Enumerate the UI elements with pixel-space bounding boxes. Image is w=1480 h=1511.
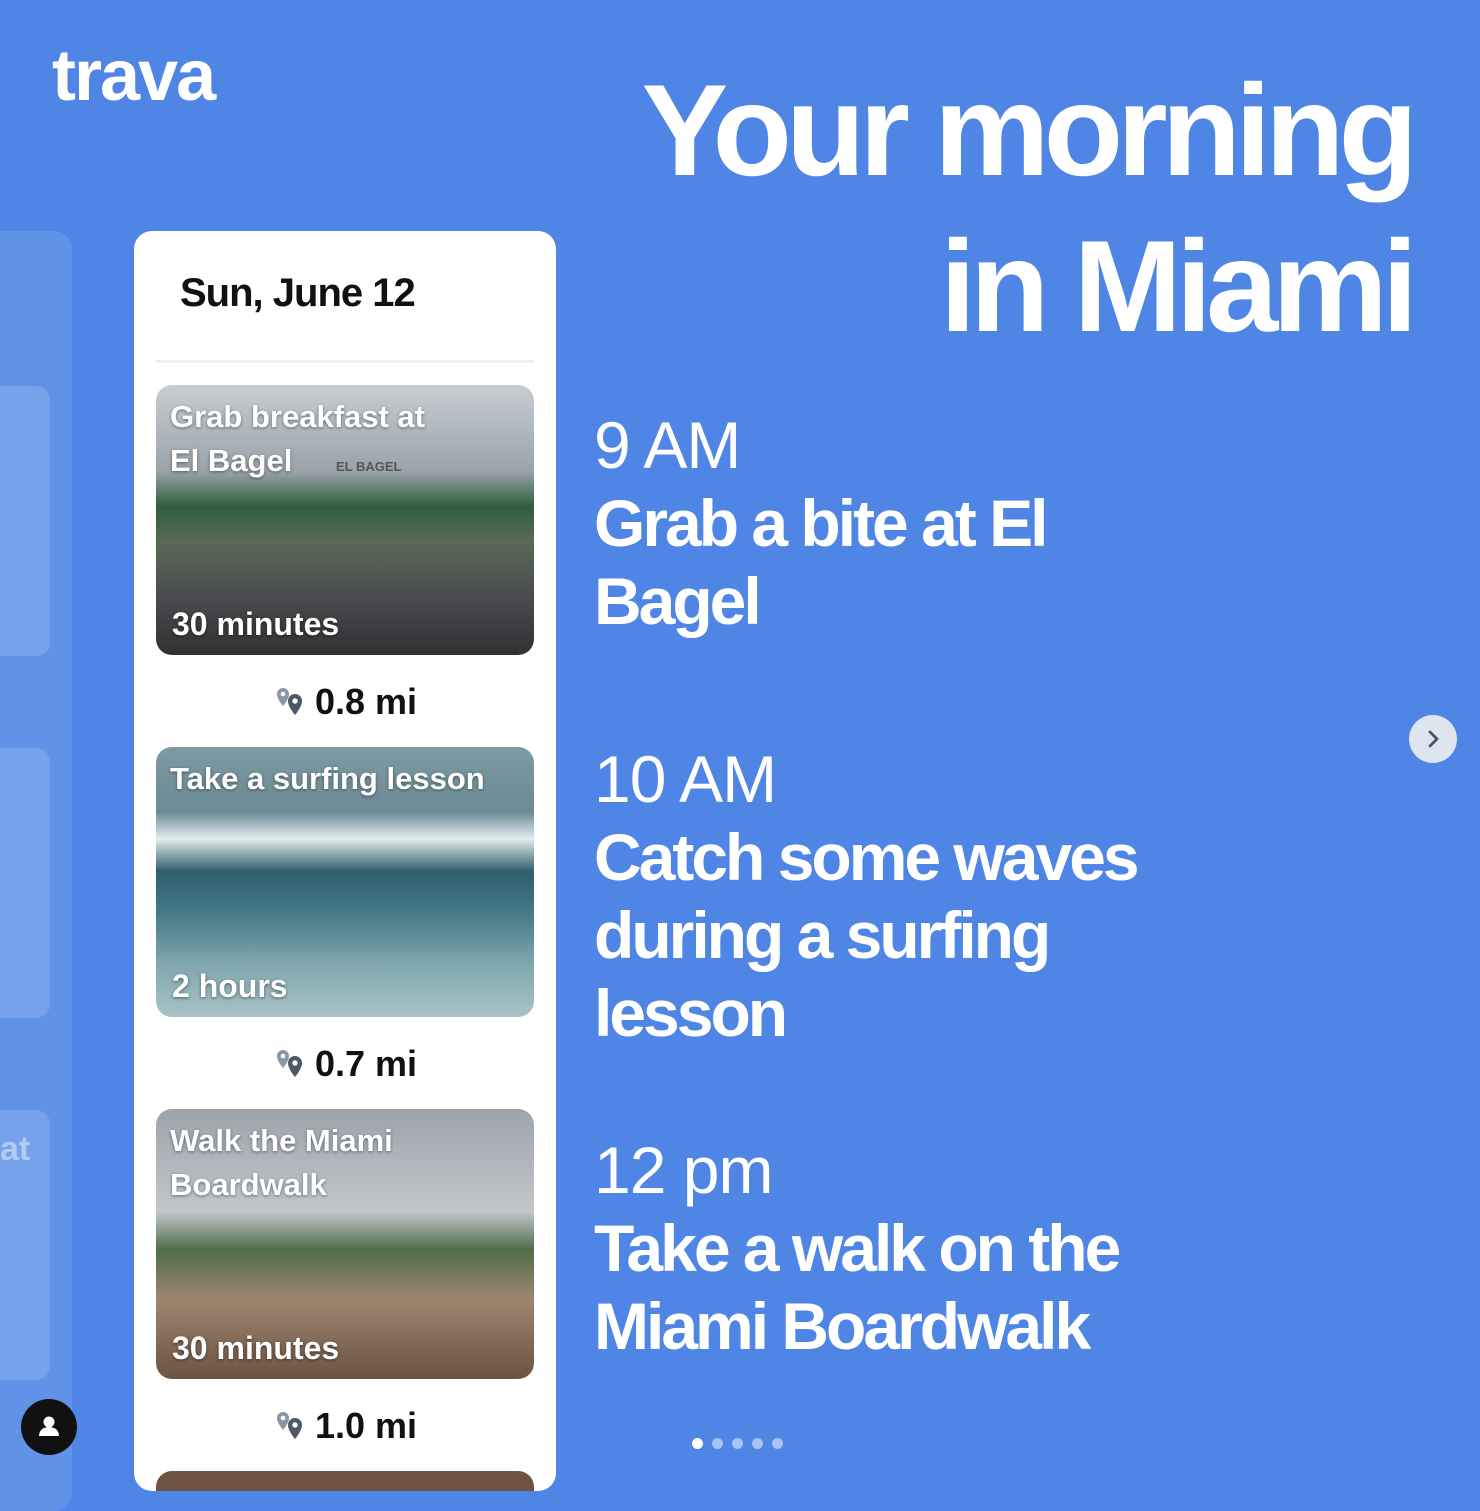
previous-card-photo xyxy=(0,386,50,656)
schedule-time: 10 AM xyxy=(594,742,777,816)
activity-duration: 30 minutes xyxy=(172,1330,340,1366)
activity-duration: 2 hours xyxy=(172,968,288,1004)
headline-line-1: Your morning xyxy=(641,57,1418,203)
activity-title: Grab breakfast at El Bagel xyxy=(170,399,425,478)
activity-card-next[interactable] xyxy=(156,1471,534,1491)
activity-distance: 0.8 mi xyxy=(134,681,556,723)
headline-line-2: in Miami xyxy=(939,213,1418,359)
distance-value: 1.0 mi xyxy=(314,1405,418,1446)
activity-distance: 0.7 mi xyxy=(134,1043,556,1085)
activity-distance: 1.0 mi xyxy=(134,1405,556,1447)
activity-title: Take a surfing lesson xyxy=(170,761,485,796)
brand-logo: trava xyxy=(52,36,216,116)
carousel-dot[interactable] xyxy=(712,1438,723,1449)
carousel-pagination xyxy=(692,1438,783,1449)
schedule-item: 9 AM Grab a bite at El Bagel xyxy=(594,412,1394,640)
headline: Your morning in Miami xyxy=(552,52,1418,364)
carousel-dot[interactable] xyxy=(772,1438,783,1449)
carousel-dot[interactable] xyxy=(692,1438,703,1449)
schedule-item: 10 AM Catch some waves during a surfing … xyxy=(594,746,1394,1052)
location-pin-icon xyxy=(276,1412,302,1439)
activity-card-breakfast[interactable]: EL BAGEL Grab breakfast at El Bagel 30 m… xyxy=(156,385,534,655)
previous-card-photo xyxy=(0,748,50,1018)
schedule-item: 12 pm Take a walk on the Miami Boardwalk xyxy=(594,1137,1394,1365)
user-avatar-icon xyxy=(39,1416,59,1436)
chevron-right-icon xyxy=(1428,730,1439,748)
schedule-time: 9 AM xyxy=(594,408,741,482)
location-pin-icon xyxy=(276,1050,302,1077)
distance-value: 0.8 mi xyxy=(314,681,418,722)
previous-card-text: at xyxy=(0,1130,31,1168)
activity-card-boardwalk[interactable]: Walk the Miami Boardwalk 30 minutes xyxy=(156,1109,534,1379)
schedule-activity: Grab a bite at El Bagel xyxy=(594,486,1048,638)
next-slide-button[interactable] xyxy=(1409,715,1457,763)
divider xyxy=(156,360,534,363)
carousel-dot[interactable] xyxy=(732,1438,743,1449)
schedule-time: 12 pm xyxy=(594,1133,773,1207)
previous-card-preview[interactable] xyxy=(0,231,72,1511)
schedule-activity: Take a walk on the Miami Boardwalk xyxy=(594,1211,1121,1363)
carousel-dot[interactable] xyxy=(752,1438,763,1449)
distance-value: 0.7 mi xyxy=(314,1043,418,1084)
itinerary-card: Sun, June 12 EL BAGEL Grab breakfast at … xyxy=(134,231,556,1491)
activity-duration: 30 minutes xyxy=(172,606,340,642)
user-avatar-button[interactable] xyxy=(21,1399,77,1455)
schedule-activity: Catch some waves during a surfing lesson xyxy=(594,820,1140,1050)
location-pin-icon xyxy=(276,688,302,715)
activity-title: Walk the Miami Boardwalk xyxy=(170,1123,393,1202)
activity-card-surfing[interactable]: Take a surfing lesson 2 hours xyxy=(156,747,534,1017)
itinerary-date: Sun, June 12 xyxy=(180,271,416,315)
